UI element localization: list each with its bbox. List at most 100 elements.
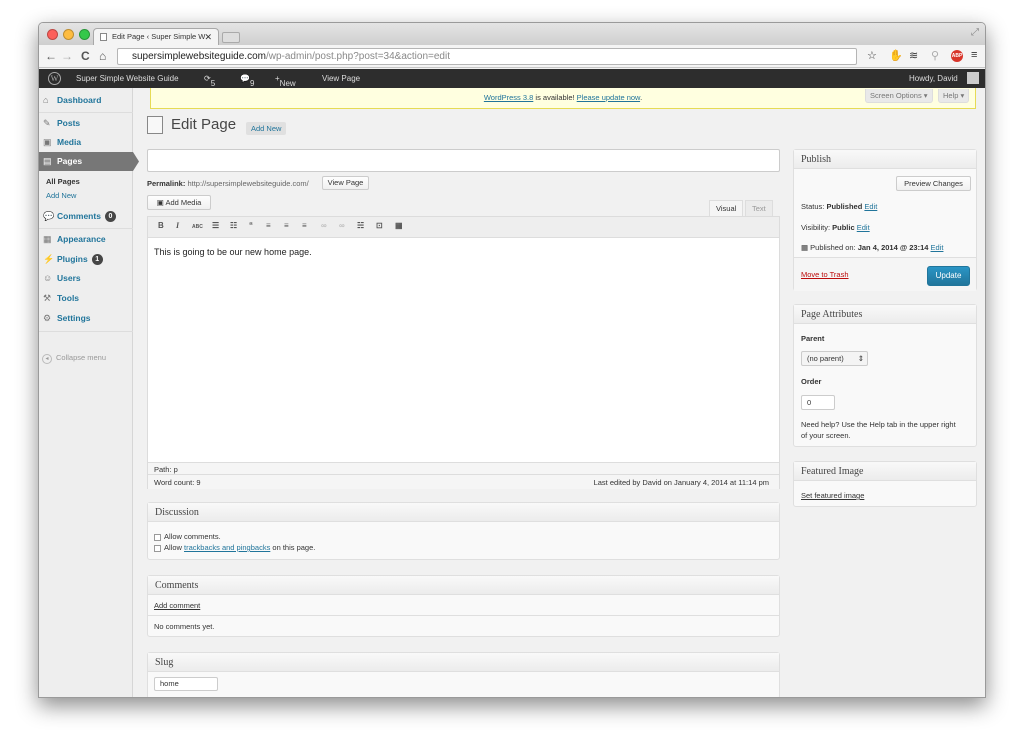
unlink-icon[interactable]: ∞ [339,221,345,230]
update-button[interactable]: Update [927,266,970,286]
set-featured-image-link[interactable]: Set featured image [801,491,864,500]
preview-changes-button[interactable]: Preview Changes [896,176,971,191]
site-name-link[interactable]: Super Simple Website Guide [76,74,179,83]
forward-icon[interactable]: → [61,49,73,63]
extension-layers-icon[interactable]: ≋ [909,49,918,62]
edit-visibility-link[interactable]: Edit [857,223,870,232]
add-new-page-button[interactable]: Add New [246,122,287,135]
comments-link[interactable]: 💬 9 [240,74,254,88]
view-page-link[interactable]: View Page [322,74,360,83]
status-label: Status: [801,202,827,211]
blockquote-icon[interactable]: “ [249,221,253,230]
order-input[interactable]: 0 [801,395,835,410]
featured-image-title[interactable]: Featured Image [794,462,976,481]
trackbacks-link[interactable]: trackbacks and pingbacks [184,543,270,552]
minimize-window-button[interactable] [63,29,74,40]
menu-item-settings[interactable]: ⚙ Settings [39,309,133,328]
notice-end: . [640,93,643,102]
strikethrough-icon[interactable]: ABC [192,224,203,230]
parent-label: Parent [801,334,825,343]
slug-title[interactable]: Slug [148,653,779,672]
post-visibility: Visibility: Public Edit [801,223,870,232]
submenu-all-pages[interactable]: All Pages [46,177,80,186]
address-bar[interactable]: supersimplewebsiteguide.com/wp-admin/pos… [117,48,857,65]
menu-item-pages[interactable]: ▤ Pages [39,152,139,171]
allow-comments-checkbox[interactable] [154,533,161,541]
help-button[interactable]: Help ▾ [938,89,970,103]
reload-icon[interactable]: C [81,49,90,63]
page-attributes-title[interactable]: Page Attributes [794,305,976,324]
menu-item-posts[interactable]: ✎ Posts [39,114,133,133]
menu-item-tools[interactable]: ⚒ Tools [39,289,133,308]
updates-link[interactable]: ⟳ 5 [204,74,215,88]
numbered-list-icon[interactable]: ☷ [230,221,237,230]
page-heading: Edit Page [171,116,237,133]
edit-date-link[interactable]: Edit [931,243,944,252]
discussion-title[interactable]: Discussion [148,503,779,522]
published-value: Jan 4, 2014 @ 23:14 [857,243,929,252]
extension-hand-icon[interactable]: ✋ [889,49,903,62]
move-to-trash-link[interactable]: Move to Trash [801,270,849,279]
link-icon[interactable]: ∞ [321,221,327,230]
menu-item-media[interactable]: ▣ Media [39,133,133,152]
menu-item-dashboard[interactable]: ⌂ Dashboard [39,91,133,110]
submenu-add-new[interactable]: Add New [46,191,76,200]
page-title-input[interactable] [147,149,780,172]
home-icon[interactable]: ⌂ [99,49,106,63]
align-left-icon[interactable]: ≡ [266,221,271,230]
admin-sidebar: ⌂ Dashboard ✎ Posts ▣ Media ▤ Pages All Page… [39,88,139,697]
publish-title[interactable]: Publish [794,150,976,169]
edit-status-link[interactable]: Edit [864,202,877,211]
avatar[interactable] [967,72,979,84]
allow-comments-option[interactable]: Allow comments. [154,532,221,541]
new-tab-button[interactable] [222,32,240,43]
bullet-list-icon[interactable]: ☰ [212,221,219,230]
align-center-icon[interactable]: ≡ [284,221,289,230]
browser-tab[interactable]: Edit Page ‹ Super Simple W ✕ [93,28,219,45]
new-content-link[interactable]: + New [275,74,296,88]
close-tab-icon[interactable]: ✕ [204,29,212,45]
fullscreen-editor-icon[interactable]: ⊡ [376,221,383,230]
tab-visual[interactable]: Visual [709,200,744,216]
update-now-link[interactable]: Please update now [577,93,640,102]
view-page-button[interactable]: View Page [322,176,369,190]
maximize-window-button[interactable] [79,29,90,40]
kitchen-sink-icon[interactable]: ▦ [395,221,403,230]
menu-item-comments[interactable]: 💬 Comments 0 [39,207,133,226]
bold-icon[interactable]: B [158,221,164,230]
italic-icon[interactable]: I [176,221,179,230]
wordpress-logo-icon[interactable]: W [48,72,61,85]
fullscreen-icon[interactable]: ⤢ [971,27,979,38]
menu-item-users[interactable]: ☺ Users [39,269,133,288]
add-media-button[interactable]: ▣ Add Media [147,195,211,210]
editor-status: Word count: 9 Last edited by David on Ja… [148,474,779,489]
close-window-button[interactable] [47,29,58,40]
back-icon[interactable]: ← [45,49,57,63]
wordpress-version-link[interactable]: WordPress 3.8 [484,93,533,102]
extension-pin-icon[interactable]: ⚲ [931,49,939,62]
appearance-icon: ▦ [43,234,52,244]
comments-divider [148,615,779,616]
menu-item-appearance[interactable]: ▦ Appearance [39,230,133,249]
read-more-icon[interactable]: ☵ [357,221,364,230]
bookmark-star-icon[interactable]: ☆ [867,49,877,62]
editor-content[interactable]: This is going to be our new home page. [154,247,312,257]
allow-pings-checkbox[interactable] [154,544,161,552]
content-editor[interactable]: B I ABC ☰ ☷ “ ≡ ≡ ≡ ∞ ∞ ☵ ⊡ ▦ This is go… [147,216,780,489]
collapse-menu-button[interactable]: ◂ Collapse menu [42,353,106,364]
chrome-menu-icon[interactable]: ≡ [971,49,977,61]
wp-admin-bar: W Super Simple Website Guide ⟳ 5 💬 9 + N… [39,69,985,88]
menu-item-plugins[interactable]: ⚡ Plugins 1 [39,250,133,269]
howdy-user[interactable]: Howdy, David [909,74,958,83]
align-right-icon[interactable]: ≡ [302,221,307,230]
add-comment-link[interactable]: Add comment [154,601,200,610]
screen-options-button[interactable]: Screen Options ▾ [865,89,933,103]
adblock-icon[interactable]: ABP [951,50,963,62]
allow-pings-option[interactable]: Allow trackbacks and pingbacks on this p… [154,543,315,552]
comments-box-title[interactable]: Comments [148,576,779,595]
parent-select[interactable]: (no parent) ⇕ [801,351,868,366]
menu-separator [39,112,133,113]
tools-icon: ⚒ [43,293,52,303]
tab-text[interactable]: Text [745,200,773,216]
slug-input[interactable]: home [154,677,218,691]
